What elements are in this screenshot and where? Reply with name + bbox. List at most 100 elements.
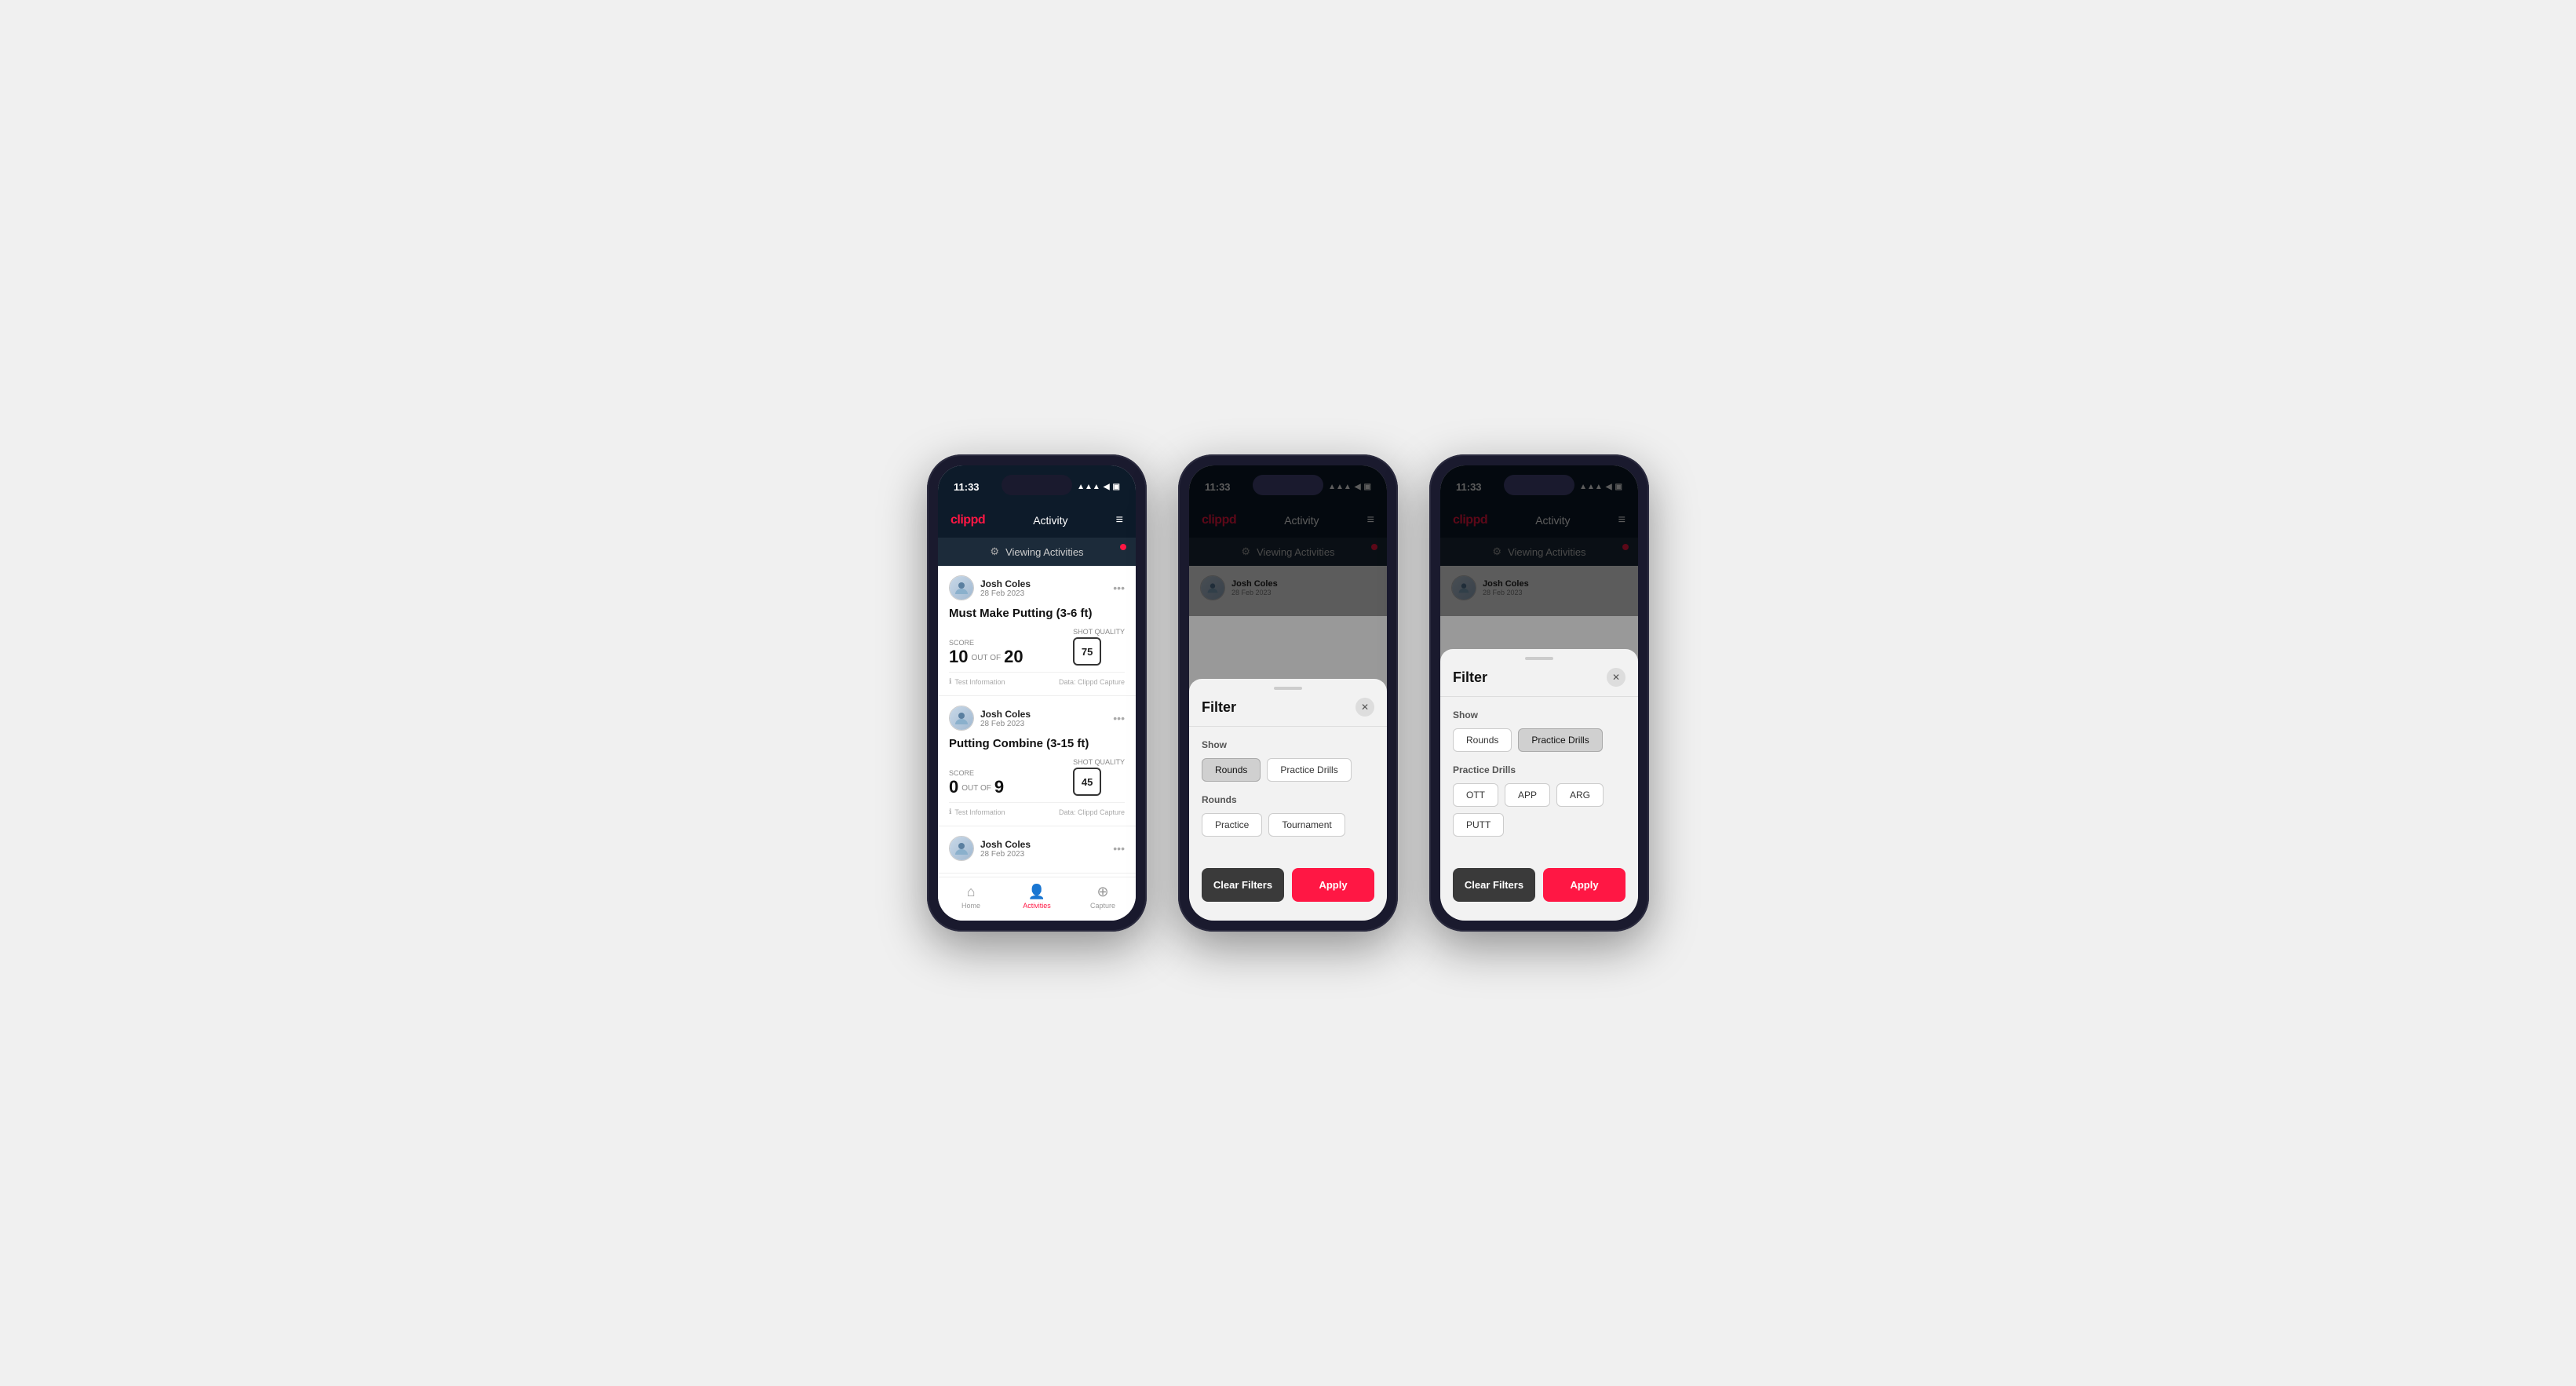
battery-icon: ▣ (1113, 483, 1120, 491)
show-chips-3: Rounds Practice Drills (1453, 728, 1626, 752)
close-button-3[interactable]: ✕ (1607, 668, 1626, 687)
activity-card-3: Josh Coles 28 Feb 2023 ••• (938, 826, 1136, 874)
user-name-3: Josh Coles (980, 839, 1031, 850)
activity-card-1: Josh Coles 28 Feb 2023 ••• Must Make Put… (938, 566, 1136, 696)
user-info-2: Josh Coles 28 Feb 2023 (949, 706, 1031, 731)
capture-label: Capture (1090, 902, 1115, 910)
show-chips-2: Rounds Practice Drills (1202, 758, 1374, 782)
card-title-2: Putting Combine (3-15 ft) (949, 737, 1125, 750)
activities-label: Activities (1023, 902, 1051, 910)
wifi-icon: ◀ (1104, 483, 1110, 491)
practice-chip-2[interactable]: Practice (1202, 813, 1262, 837)
info-icon-1: ℹ (949, 677, 951, 686)
shot-quality-label-2: Shot Quality (1073, 758, 1125, 766)
filter-icon-1: ⚙ (990, 545, 999, 558)
user-date-2: 28 Feb 2023 (980, 720, 1031, 728)
phone-2: 11:33 ▲▲▲ ◀ ▣ clippd Activity ≡ ⚙ Viewin… (1178, 454, 1398, 932)
avatar-3 (949, 836, 974, 861)
stats-row-2: Score 0 OUT OF 9 Shot Quality 45 (949, 758, 1125, 796)
clear-filters-button-3[interactable]: Clear Filters (1453, 868, 1535, 902)
phone-1: 11:33 ▲▲▲ ◀ ▣ clippd Activity ≡ ⚙ Viewin… (927, 454, 1147, 932)
user-name-2: Josh Coles (980, 709, 1031, 720)
filter-title-3: Filter (1453, 669, 1487, 686)
practice-drills-chip-2[interactable]: Practice Drills (1267, 758, 1351, 782)
user-date-3: 28 Feb 2023 (980, 850, 1031, 859)
tab-bar-1: ⌂ Home 👤 Activities ⊕ Capture (938, 877, 1136, 921)
tab-activities[interactable]: 👤 Activities (1004, 884, 1070, 910)
rounds-section-label-2: Rounds (1202, 794, 1374, 805)
practice-drills-section-label-3: Practice Drills (1453, 764, 1626, 775)
card-footer-2: ℹ Test Information Data: Clippd Capture (949, 802, 1125, 816)
show-label-3: Show (1453, 709, 1626, 720)
sheet-handle-2 (1274, 687, 1302, 690)
footer-data-2: Data: Clippd Capture (1059, 808, 1125, 816)
sheet-footer-3: Clear Filters Apply (1440, 868, 1638, 902)
home-label: Home (961, 902, 980, 910)
outof-text-2: OUT OF (961, 784, 991, 793)
card-footer-1: ℹ Test Information Data: Clippd Capture (949, 672, 1125, 686)
status-icons-1: ▲▲▲ ◀ ▣ (1077, 483, 1120, 491)
clear-filters-button-2[interactable]: Clear Filters (1202, 868, 1284, 902)
sheet-body-2: Show Rounds Practice Drills Rounds Pract… (1189, 727, 1387, 862)
filter-overlay-3: Filter ✕ Show Rounds Practice Drills Pra… (1440, 465, 1638, 921)
score-value-1: 10 (949, 648, 968, 666)
show-label-2: Show (1202, 739, 1374, 750)
tournament-chip-2[interactable]: Tournament (1268, 813, 1345, 837)
viewing-activities-text-1: Viewing Activities (1005, 546, 1083, 558)
sheet-header-2: Filter ✕ (1189, 695, 1387, 727)
sheet-handle-3 (1525, 657, 1553, 660)
sheet-footer-2: Clear Filters Apply (1189, 868, 1387, 902)
avatar-2 (949, 706, 974, 731)
more-options-3[interactable]: ••• (1113, 842, 1125, 855)
stats-row-1: Score 10 OUT OF 20 Shot Quality 75 (949, 628, 1125, 666)
dynamic-island-3 (1504, 475, 1574, 495)
shot-quality-badge-1: 75 (1073, 637, 1101, 666)
apply-button-3[interactable]: Apply (1543, 868, 1626, 902)
footer-data-1: Data: Clippd Capture (1059, 678, 1125, 686)
filter-title-2: Filter (1202, 699, 1236, 716)
score-value-2: 0 (949, 779, 958, 796)
avatar-1 (949, 575, 974, 600)
drill-type-chips-3: OTT APP ARG PUTT (1453, 783, 1626, 837)
putt-chip-3[interactable]: PUTT (1453, 813, 1504, 837)
footer-info-1: ℹ Test Information (949, 677, 1005, 686)
menu-icon-1[interactable]: ≡ (1116, 513, 1123, 527)
phone-3: 11:33 ▲▲▲ ◀ ▣ clippd Activity ≡ ⚙ Viewin… (1429, 454, 1649, 932)
capture-icon: ⊕ (1096, 884, 1108, 900)
apply-button-2[interactable]: Apply (1292, 868, 1374, 902)
viewing-banner-1[interactable]: ⚙ Viewing Activities (938, 538, 1136, 566)
ott-chip-3[interactable]: OTT (1453, 783, 1498, 807)
user-name-1: Josh Coles (980, 578, 1031, 589)
dynamic-island-2 (1253, 475, 1323, 495)
more-options-2[interactable]: ••• (1113, 712, 1125, 724)
phones-container: 11:33 ▲▲▲ ◀ ▣ clippd Activity ≡ ⚙ Viewin… (927, 454, 1649, 932)
rounds-chip-2[interactable]: Rounds (1202, 758, 1261, 782)
rounds-chip-3[interactable]: Rounds (1453, 728, 1512, 752)
activity-feed-1: Josh Coles 28 Feb 2023 ••• Must Make Put… (938, 566, 1136, 874)
shots-value-1: 20 (1004, 648, 1023, 666)
user-info-3: Josh Coles 28 Feb 2023 (949, 836, 1031, 861)
arg-chip-3[interactable]: ARG (1556, 783, 1604, 807)
app-chip-3[interactable]: APP (1505, 783, 1550, 807)
home-icon: ⌂ (967, 884, 976, 900)
info-icon-2: ℹ (949, 808, 951, 816)
practice-drills-chip-3[interactable]: Practice Drills (1518, 728, 1602, 752)
time-1: 11:33 (954, 481, 980, 493)
footer-info-2: ℹ Test Information (949, 808, 1005, 816)
tab-home[interactable]: ⌂ Home (938, 884, 1004, 910)
tab-capture[interactable]: ⊕ Capture (1070, 884, 1136, 910)
outof-text-1: OUT OF (971, 654, 1001, 662)
filter-sheet-3: Filter ✕ Show Rounds Practice Drills Pra… (1440, 649, 1638, 921)
filter-sheet-2: Filter ✕ Show Rounds Practice Drills Rou… (1189, 679, 1387, 921)
activity-card-2: Josh Coles 28 Feb 2023 ••• Putting Combi… (938, 696, 1136, 826)
shot-quality-label-1: Shot Quality (1073, 628, 1125, 636)
dynamic-island (1002, 475, 1072, 495)
nav-bar-1: clippd Activity ≡ (938, 503, 1136, 538)
screen-title-1: Activity (1033, 514, 1067, 527)
close-button-2[interactable]: ✕ (1356, 698, 1374, 717)
score-label-2: Score (949, 769, 1004, 777)
more-options-1[interactable]: ••• (1113, 582, 1125, 594)
score-label-1: Score (949, 639, 1023, 647)
user-date-1: 28 Feb 2023 (980, 589, 1031, 598)
signal-icon: ▲▲▲ (1077, 483, 1100, 491)
